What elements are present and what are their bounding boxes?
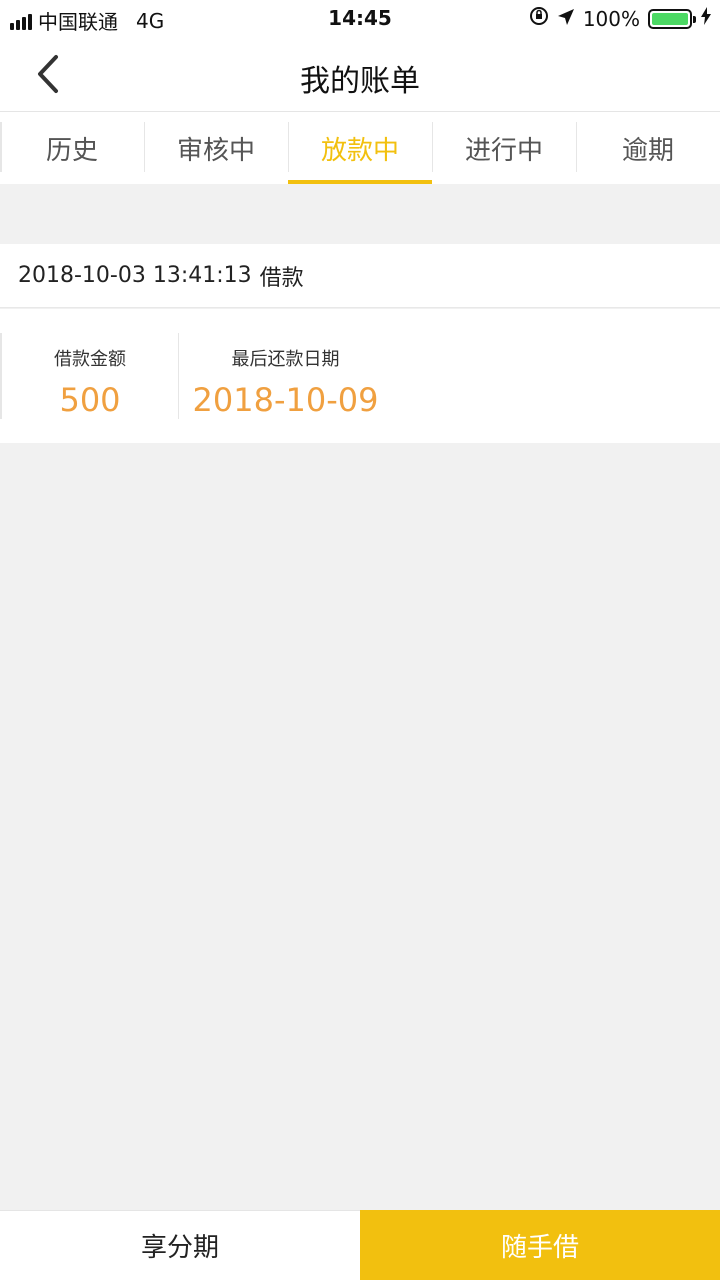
tab-bar: 历史 审核中 放款中 进行中 逾期 (0, 112, 720, 184)
location-icon (557, 7, 575, 31)
charging-icon (700, 6, 712, 31)
bill-datetime: 2018-10-03 13:41:13 (18, 263, 252, 288)
borrow-button[interactable]: 随手借 (360, 1210, 720, 1280)
tab-overdue[interactable]: 逾期 (576, 112, 720, 184)
bottom-bar: 享分期 随手借 (0, 1210, 720, 1280)
bill-type: 借款 (259, 265, 304, 291)
status-right: 100% (529, 6, 712, 31)
battery-percent: 100% (582, 6, 640, 31)
installment-button[interactable]: 享分期 (0, 1210, 360, 1280)
amount-label: 借款金额 (54, 349, 126, 370)
chevron-left-icon (38, 55, 58, 93)
tab-in-progress[interactable]: 进行中 (432, 112, 576, 184)
amount-column: 借款金额 500 (0, 333, 178, 419)
bill-card-body[interactable]: 借款金额 500 最后还款日期 2018-10-09 (0, 309, 720, 443)
tab-history[interactable]: 历史 (0, 112, 144, 184)
page-title: 我的账单 (300, 64, 420, 99)
back-button[interactable] (26, 52, 70, 96)
tab-disbursing[interactable]: 放款中 (288, 112, 432, 184)
battery-fill (652, 12, 688, 25)
status-left: 中国联通 4G (10, 6, 164, 35)
bill-card-header[interactable]: 2018-10-03 13:41:13 借款 (0, 244, 720, 308)
network-type: 4G (136, 8, 165, 33)
due-date-label: 最后还款日期 (231, 349, 340, 370)
signal-icon (10, 12, 32, 30)
carrier-name: 中国联通 (38, 10, 118, 34)
amount-value: 500 (59, 381, 121, 419)
due-date-value: 2018-10-09 (192, 381, 379, 419)
nav-bar: 我的账单 (0, 38, 720, 112)
status-bar: 中国联通 4G 14:45 100% (0, 0, 720, 38)
tab-reviewing[interactable]: 审核中 (144, 112, 288, 184)
battery-icon (648, 8, 696, 29)
due-date-column: 最后还款日期 2018-10-09 (178, 333, 392, 419)
rotation-lock-icon (529, 6, 549, 31)
